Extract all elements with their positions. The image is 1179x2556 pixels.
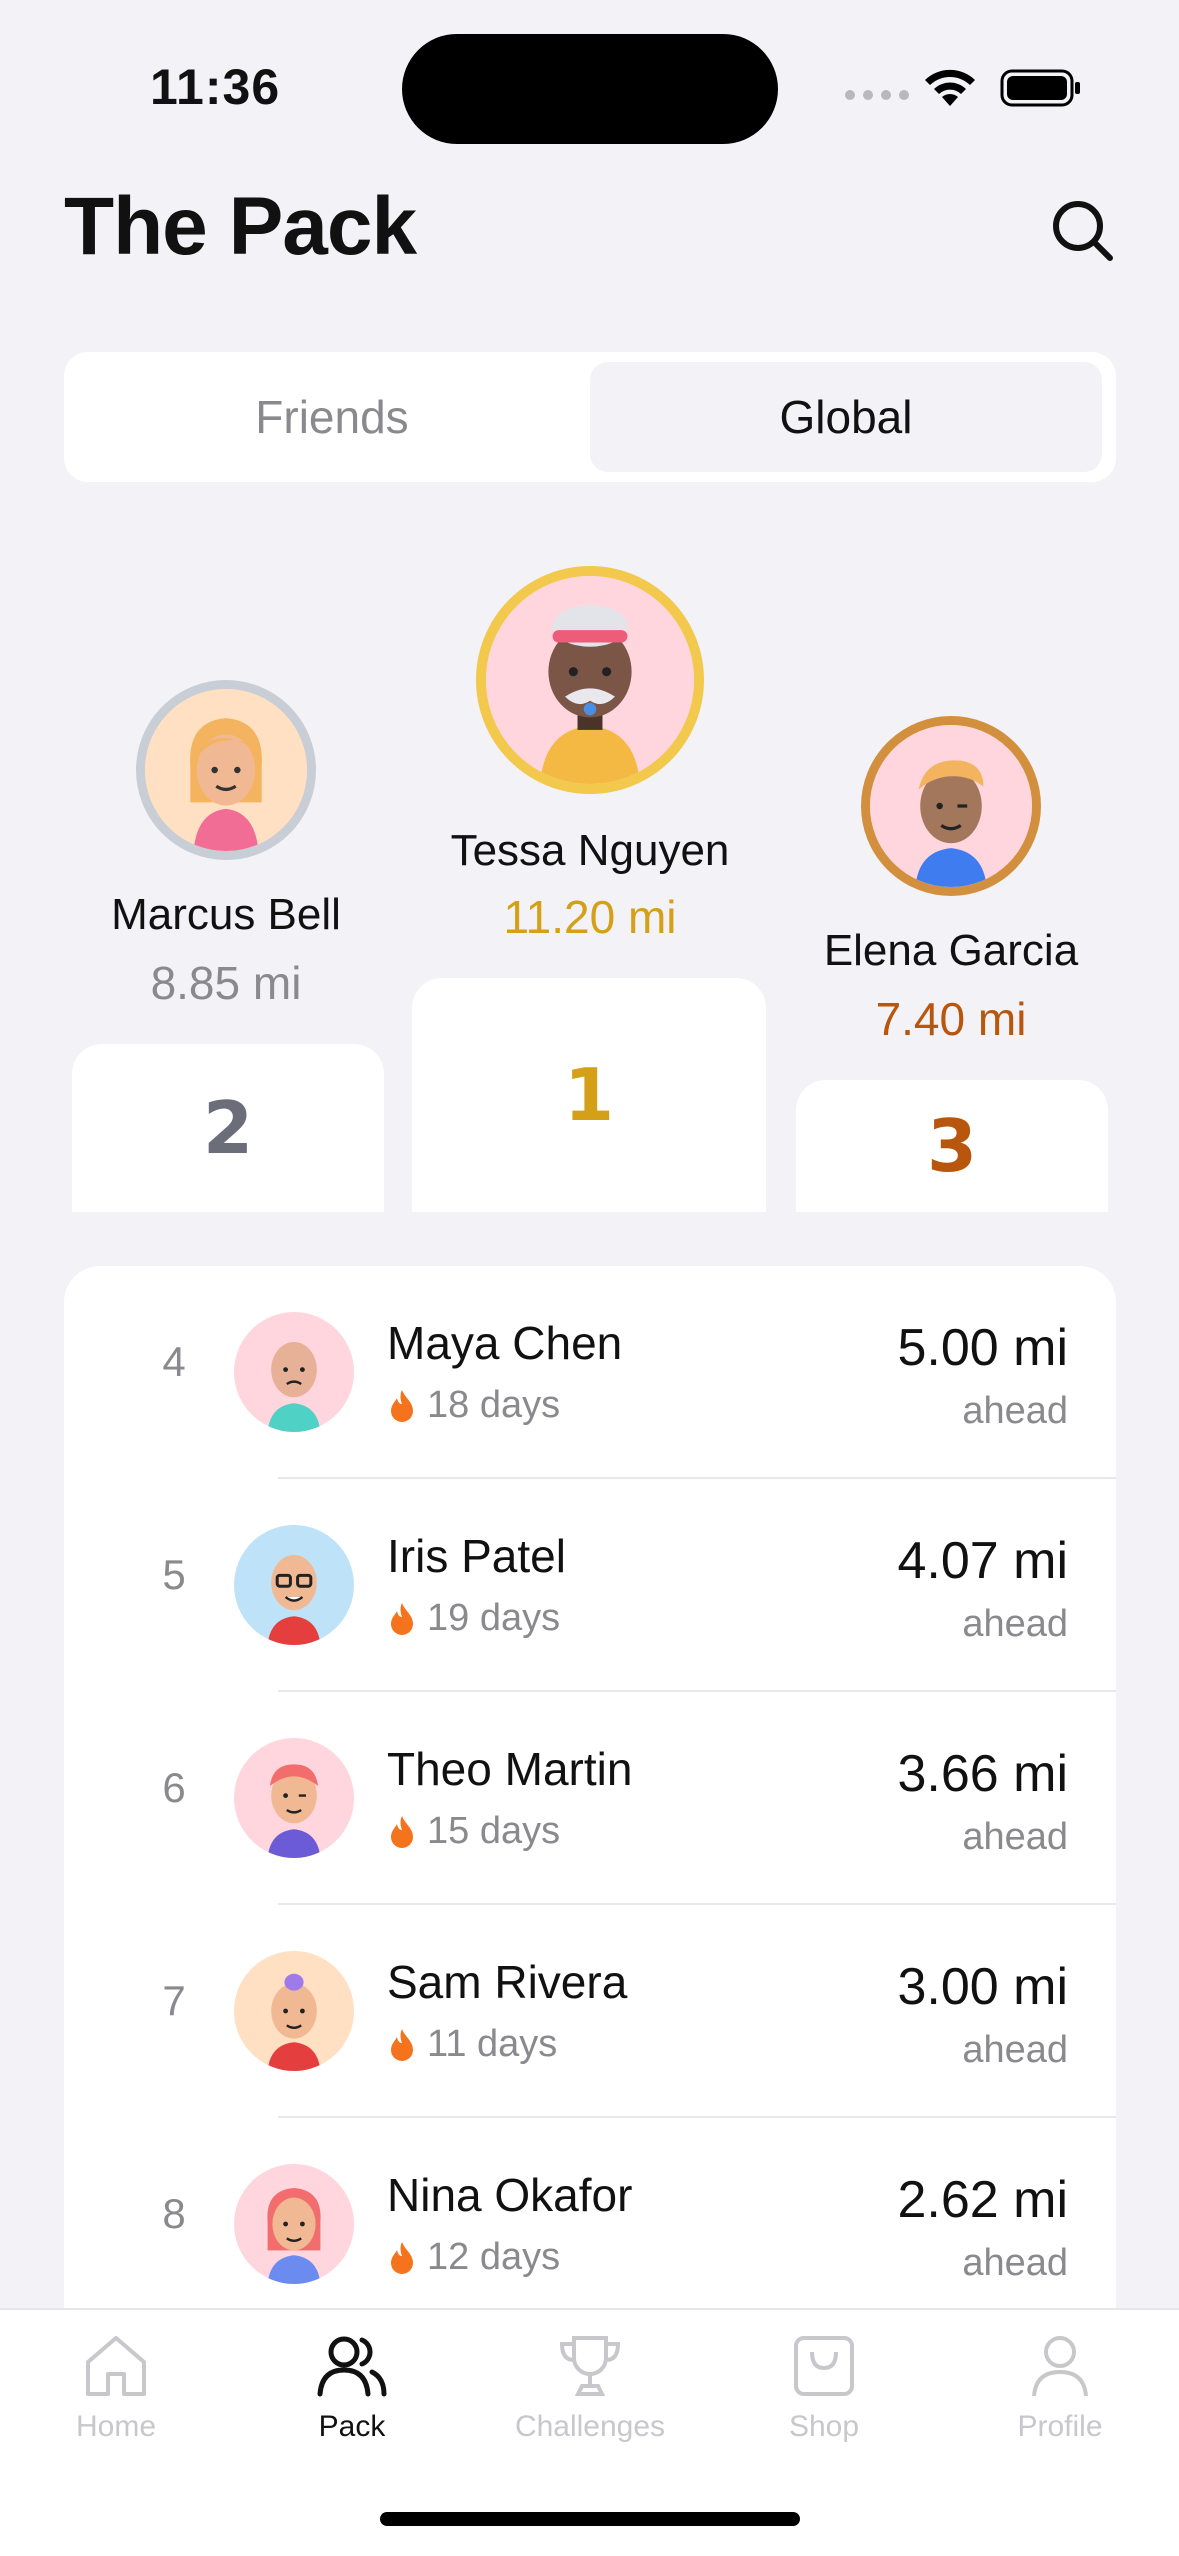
- podium-second-name: Marcus Bell: [111, 890, 341, 939]
- row-streak: 19 days: [387, 1597, 560, 1640]
- row-distance: 5.00 mi: [897, 1319, 1068, 1377]
- row-name: Theo Martin: [387, 1743, 633, 1795]
- segment-friends[interactable]: Friends: [76, 362, 588, 472]
- avatar-first-place[interactable]: [476, 566, 704, 794]
- row-streak-text: 11 days: [427, 2023, 558, 2065]
- tab-pack[interactable]: Pack: [252, 2328, 452, 2468]
- leaderboard-row[interactable]: 7 Sam Rivera 11 days 3.00 mi ahead: [64, 1905, 1116, 2118]
- podium-third-block: 3: [796, 1080, 1108, 1212]
- row-subtitle: ahead: [962, 2029, 1068, 2071]
- trophy-icon: [559, 2336, 621, 2396]
- flame-icon: [391, 2028, 413, 2061]
- row-distance: 2.62 mi: [897, 2171, 1068, 2229]
- wifi-icon: [925, 69, 975, 106]
- row-streak-text: 18 days: [427, 1384, 561, 1426]
- row-subtitle: ahead: [962, 1816, 1068, 1858]
- row-streak: 18 days: [387, 1384, 560, 1427]
- row-name: Nina Okafor: [387, 2169, 633, 2221]
- podium-third-name: Elena Garcia: [823, 926, 1079, 975]
- row-distance: 3.66 mi: [897, 1745, 1068, 1803]
- signal-icon: [845, 90, 909, 100]
- row-name: Iris Patel: [387, 1530, 566, 1582]
- page-title: The Pack: [64, 181, 417, 272]
- row-rank: 5: [162, 1551, 186, 1598]
- shop-icon: [794, 2336, 854, 2396]
- tab-shop-label: Shop: [788, 2410, 860, 2443]
- row-distance: 3.00 mi: [897, 1958, 1068, 2016]
- row-name: Sam Rivera: [387, 1956, 628, 2008]
- row-streak-text: 19 days: [427, 1597, 561, 1639]
- leaderboard-row[interactable]: 8 Nina Okafor 12 days 2.62 mi ahead: [64, 2118, 1116, 2331]
- leaderboard-row[interactable]: 4 Maya Chen 18 days 5.00 mi ahead: [64, 1266, 1116, 1479]
- flame-icon: [391, 1602, 413, 1635]
- avatar: [234, 1951, 354, 2071]
- tab-home[interactable]: Home: [16, 2328, 216, 2468]
- leaderboard-row[interactable]: 6 Theo Martin 15 days 3.66 mi ahead: [64, 1692, 1116, 1905]
- battery-icon: [1000, 69, 1080, 107]
- row-subtitle: ahead: [962, 2242, 1068, 2284]
- row-rank: 7: [162, 1977, 186, 2024]
- profile-icon: [1032, 2336, 1088, 2397]
- tab-profile-label: Profile: [1017, 2410, 1103, 2443]
- podium-first-block: 1: [412, 978, 766, 1212]
- row-streak: 15 days: [387, 1810, 560, 1853]
- flame-icon: [391, 1815, 413, 1848]
- dynamic-island: [402, 34, 778, 144]
- row-streak: 12 days: [387, 2236, 560, 2279]
- avatar: [234, 1312, 354, 1432]
- flame-icon: [391, 2241, 413, 2274]
- avatar-third-place[interactable]: [861, 716, 1041, 896]
- leaderboard-scope-segmented-control: Friends Global: [64, 352, 1116, 482]
- row-streak-text: 15 days: [427, 1810, 561, 1852]
- row-streak-text: 12 days: [427, 2236, 561, 2278]
- tab-pack-label: Pack: [318, 2410, 386, 2443]
- avatar: [234, 1525, 354, 1645]
- row-streak: 11 days: [387, 2023, 557, 2066]
- row-rank: 8: [162, 2190, 186, 2237]
- avatar-second-place[interactable]: [136, 680, 316, 860]
- pack-icon: [317, 2336, 387, 2397]
- podium-first-name: Tessa Nguyen: [450, 826, 730, 875]
- podium-first-distance: 11.20 mi: [503, 891, 677, 943]
- row-rank: 6: [162, 1764, 186, 1811]
- tab-challenges-label: Challenges: [514, 2410, 666, 2443]
- tab-home-label: Home: [75, 2410, 157, 2443]
- search-icon[interactable]: [1048, 196, 1118, 266]
- leaderboard-row[interactable]: 5 Iris Patel 19 days 4.07 mi ahead: [64, 1479, 1116, 1692]
- row-subtitle: ahead: [962, 1390, 1068, 1432]
- home-indicator: [380, 2512, 800, 2526]
- tab-shop[interactable]: Shop: [724, 2328, 924, 2468]
- flame-icon: [391, 1389, 413, 1422]
- row-distance: 4.07 mi: [897, 1532, 1068, 1590]
- tab-profile[interactable]: Profile: [960, 2328, 1160, 2468]
- home-icon: [86, 2336, 146, 2396]
- podium-second-block: 2: [72, 1044, 384, 1212]
- status-bar: 11:36: [0, 0, 1179, 170]
- row-name: Maya Chen: [387, 1317, 623, 1369]
- status-time: 11:36: [150, 59, 281, 115]
- row-rank: 4: [162, 1338, 186, 1385]
- avatar: [234, 1738, 354, 1858]
- tab-challenges[interactable]: Challenges: [490, 2328, 690, 2468]
- podium-third-distance: 7.40 mi: [875, 993, 1027, 1045]
- segment-global[interactable]: Global: [590, 362, 1102, 472]
- podium-second-distance: 8.85 mi: [150, 957, 302, 1009]
- row-subtitle: ahead: [962, 1603, 1068, 1645]
- avatar: [234, 2164, 354, 2284]
